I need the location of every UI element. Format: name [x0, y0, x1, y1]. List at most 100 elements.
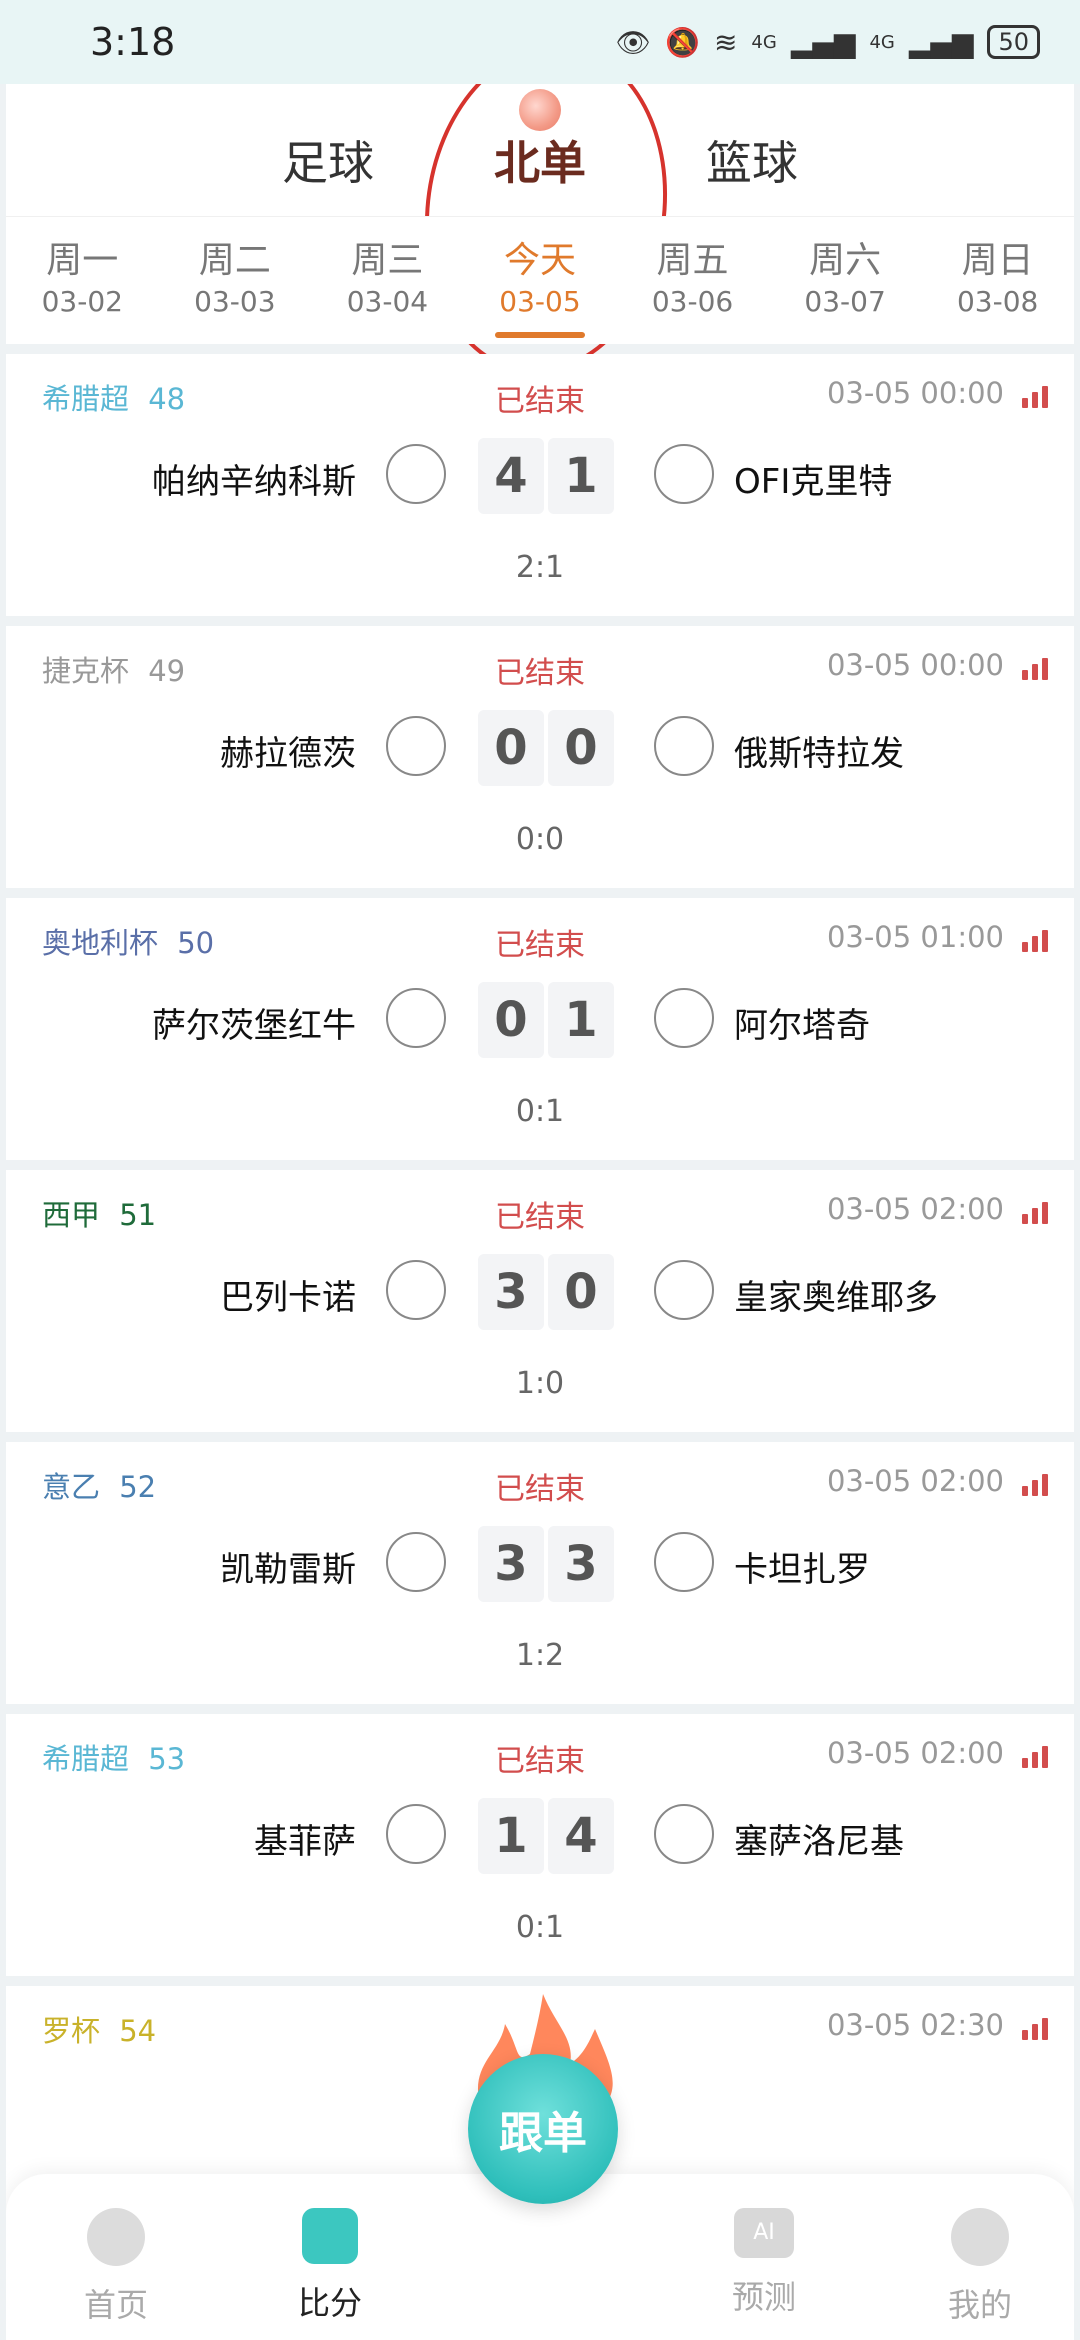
- day-date: 03-05: [499, 285, 581, 318]
- match-card[interactable]: 意乙 52 已结束 03-05 02:00 凯勒雷斯 3 3 卡坦扎罗 1:2: [6, 1442, 1074, 1704]
- stats-bars-icon[interactable]: [1022, 930, 1052, 952]
- match-card[interactable]: 希腊超 53 已结束 03-05 02:00 基菲萨 1 4 塞萨洛尼基 0:1: [6, 1714, 1074, 1976]
- profile-icon: [951, 2208, 1009, 2266]
- mute-icon: 🔕: [665, 25, 700, 59]
- match-time: 03-05 02:00: [826, 1192, 1004, 1226]
- away-team-name: 阿尔塔奇: [734, 1006, 870, 1046]
- day-tab-today[interactable]: 今天 03-05: [465, 217, 615, 344]
- home-team-crest: [386, 988, 446, 1048]
- home-score: 0: [478, 710, 544, 786]
- day-date: 03-07: [804, 285, 886, 318]
- day-name: 周六: [809, 240, 882, 281]
- day-name: 周日: [961, 240, 1034, 281]
- stats-bars-icon[interactable]: [1022, 1474, 1052, 1496]
- day-name: 周五: [656, 240, 729, 281]
- nav-score[interactable]: 比分: [260, 2208, 400, 2324]
- tab-beidan[interactable]: 北单: [494, 89, 586, 193]
- signal-icon: 4G: [751, 31, 777, 53]
- nav-predict[interactable]: AI 预测: [694, 2208, 834, 2318]
- wifi-icon: ≋: [713, 25, 738, 59]
- match-card[interactable]: 希腊超 48 已结束 03-05 00:00 帕纳辛纳科斯 4 1 OFI克里特…: [6, 354, 1074, 616]
- sport-tabs: 足球 北单 篮球: [6, 84, 1074, 216]
- day-date: 03-08: [956, 285, 1039, 318]
- home-team-name: 帕纳辛纳科斯: [152, 462, 356, 502]
- home-team-crest: [386, 444, 446, 504]
- nav-profile[interactable]: 我的: [910, 2208, 1050, 2326]
- half-time-score: 1:2: [515, 1638, 565, 1673]
- match-time: 03-05 02:30: [826, 2008, 1004, 2042]
- nav-profile-label: 我的: [947, 2286, 1012, 2324]
- day-date: 03-03: [194, 285, 276, 318]
- match-time: 03-05 02:00: [826, 1464, 1004, 1498]
- home-team-crest: [386, 1260, 446, 1320]
- day-tabs: 周一 03-02 周二 03-03 周三 03-04 今天 03-05 周五 0…: [6, 216, 1074, 344]
- signal-icon-2: 4G: [869, 31, 895, 53]
- away-score: 0: [548, 710, 614, 786]
- signal-bars-icon-2: ▂▄▆: [908, 25, 974, 59]
- follow-bet-button[interactable]: 跟单: [468, 2054, 618, 2204]
- signal-bars-icon: ▂▄▆: [790, 25, 856, 59]
- score-icon: [302, 2208, 358, 2264]
- away-team-name: 俄斯特拉发: [734, 734, 904, 774]
- away-score: 1: [548, 982, 614, 1058]
- day-tab-fri[interactable]: 周五 03-06: [618, 217, 768, 344]
- stats-bars-icon[interactable]: [1022, 386, 1052, 408]
- half-time-score: 0:1: [515, 1910, 565, 1945]
- day-tab-sun[interactable]: 周日 03-08: [923, 217, 1073, 344]
- match-time: 03-05 02:00: [826, 1736, 1004, 1770]
- match-time: 03-05 01:00: [826, 920, 1004, 954]
- away-team-crest: [654, 444, 714, 504]
- day-name: 今天: [503, 240, 576, 281]
- match-card[interactable]: 奥地利杯 50 已结束 03-05 01:00 萨尔茨堡红牛 0 1 阿尔塔奇 …: [6, 898, 1074, 1160]
- stats-bars-icon[interactable]: [1022, 1202, 1052, 1224]
- away-team-crest: [654, 1260, 714, 1320]
- nav-score-label: 比分: [297, 2284, 362, 2322]
- day-name: 周一: [46, 240, 119, 281]
- tab-football[interactable]: 足球: [282, 107, 374, 193]
- battery-icon: 50: [987, 25, 1040, 59]
- day-tab-tue[interactable]: 周二 03-03: [160, 217, 310, 344]
- day-date: 03-04: [346, 285, 429, 318]
- stats-bars-icon[interactable]: [1022, 1746, 1052, 1768]
- home-score: 0: [478, 982, 544, 1058]
- stats-bars-icon[interactable]: [1022, 2018, 1052, 2040]
- away-team-crest: [654, 988, 714, 1048]
- active-day-underline: [494, 332, 585, 338]
- half-time-score: 2:1: [515, 550, 565, 585]
- home-team-name: 基菲萨: [254, 1822, 356, 1862]
- home-score: 1: [478, 1798, 544, 1874]
- match-time: 03-05 00:00: [826, 648, 1004, 682]
- away-score: 3: [548, 1526, 614, 1602]
- half-time-score: 0:1: [515, 1094, 565, 1129]
- away-team-name: OFI克里特: [734, 462, 893, 502]
- away-score: 4: [548, 1798, 614, 1874]
- stats-bars-icon[interactable]: [1022, 658, 1052, 680]
- status-bar: 3:18 👁 🔕 ≋ 4G ▂▄▆ 4G ▂▄▆ 50: [0, 0, 1080, 84]
- status-icons: 👁 🔕 ≋ 4G ▂▄▆ 4G ▂▄▆ 50: [616, 25, 1040, 59]
- home-team-crest: [386, 716, 446, 776]
- day-date: 03-02: [41, 285, 123, 318]
- match-card[interactable]: 捷克杯 49 已结束 03-05 00:00 赫拉德茨 0 0 俄斯特拉发 0:…: [6, 626, 1074, 888]
- league-label: 罗杯 54: [42, 2008, 156, 2050]
- match-card[interactable]: 西甲 51 已结束 03-05 02:00 巴列卡诺 3 0 皇家奥维耶多 1:…: [6, 1170, 1074, 1432]
- soccer-ball-icon: [87, 2208, 145, 2266]
- home-team-name: 凯勒雷斯: [220, 1550, 356, 1590]
- tab-beidan-label: 北单: [494, 136, 586, 190]
- home-team-crest: [386, 1532, 446, 1592]
- home-score: 3: [478, 1526, 544, 1602]
- league-name: 罗杯: [42, 2014, 101, 2048]
- day-date: 03-06: [651, 285, 734, 318]
- day-tab-sat[interactable]: 周六 03-07: [770, 217, 920, 344]
- tab-basketball[interactable]: 篮球: [706, 107, 798, 193]
- ball-icon: [519, 89, 561, 131]
- home-score: 4: [478, 438, 544, 514]
- away-score: 0: [548, 1254, 614, 1330]
- day-tab-mon[interactable]: 周一 03-02: [7, 217, 157, 344]
- home-score: 3: [478, 1254, 544, 1330]
- day-name: 周三: [351, 240, 424, 281]
- day-tab-wed[interactable]: 周三 03-04: [312, 217, 462, 344]
- away-team-crest: [654, 1804, 714, 1864]
- nav-home-label: 首页: [83, 2286, 148, 2324]
- nav-home[interactable]: 首页: [46, 2208, 186, 2326]
- home-team-name: 巴列卡诺: [220, 1278, 356, 1318]
